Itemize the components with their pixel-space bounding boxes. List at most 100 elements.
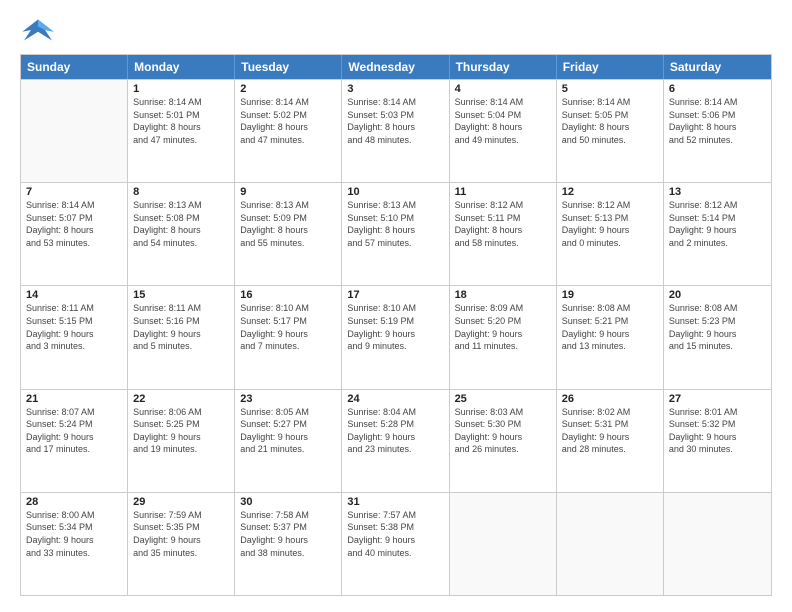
logo bbox=[20, 16, 60, 44]
day-cell-22: 22Sunrise: 8:06 AM Sunset: 5:25 PM Dayli… bbox=[128, 390, 235, 492]
day-number: 10 bbox=[347, 186, 443, 198]
day-info: Sunrise: 8:07 AM Sunset: 5:24 PM Dayligh… bbox=[26, 406, 122, 456]
day-cell-30: 30Sunrise: 7:58 AM Sunset: 5:37 PM Dayli… bbox=[235, 493, 342, 595]
day-number: 12 bbox=[562, 186, 658, 198]
day-cell-25: 25Sunrise: 8:03 AM Sunset: 5:30 PM Dayli… bbox=[450, 390, 557, 492]
day-cell-31: 31Sunrise: 7:57 AM Sunset: 5:38 PM Dayli… bbox=[342, 493, 449, 595]
day-cell-11: 11Sunrise: 8:12 AM Sunset: 5:11 PM Dayli… bbox=[450, 183, 557, 285]
day-number: 14 bbox=[26, 289, 122, 301]
day-info: Sunrise: 8:11 AM Sunset: 5:15 PM Dayligh… bbox=[26, 302, 122, 352]
day-cell-1: 1Sunrise: 8:14 AM Sunset: 5:01 PM Daylig… bbox=[128, 80, 235, 182]
logo-icon bbox=[20, 16, 56, 44]
day-info: Sunrise: 8:13 AM Sunset: 5:08 PM Dayligh… bbox=[133, 199, 229, 249]
day-cell-6: 6Sunrise: 8:14 AM Sunset: 5:06 PM Daylig… bbox=[664, 80, 771, 182]
day-info: Sunrise: 8:14 AM Sunset: 5:05 PM Dayligh… bbox=[562, 96, 658, 146]
day-info: Sunrise: 8:08 AM Sunset: 5:23 PM Dayligh… bbox=[669, 302, 766, 352]
day-number: 3 bbox=[347, 83, 443, 95]
calendar-body: 1Sunrise: 8:14 AM Sunset: 5:01 PM Daylig… bbox=[21, 79, 771, 595]
day-number: 29 bbox=[133, 496, 229, 508]
day-number: 25 bbox=[455, 393, 551, 405]
day-cell-28: 28Sunrise: 8:00 AM Sunset: 5:34 PM Dayli… bbox=[21, 493, 128, 595]
day-cell-26: 26Sunrise: 8:02 AM Sunset: 5:31 PM Dayli… bbox=[557, 390, 664, 492]
empty-cell-4-4 bbox=[450, 493, 557, 595]
day-number: 15 bbox=[133, 289, 229, 301]
day-cell-15: 15Sunrise: 8:11 AM Sunset: 5:16 PM Dayli… bbox=[128, 286, 235, 388]
day-number: 5 bbox=[562, 83, 658, 95]
day-cell-10: 10Sunrise: 8:13 AM Sunset: 5:10 PM Dayli… bbox=[342, 183, 449, 285]
day-cell-24: 24Sunrise: 8:04 AM Sunset: 5:28 PM Dayli… bbox=[342, 390, 449, 492]
day-number: 30 bbox=[240, 496, 336, 508]
day-number: 19 bbox=[562, 289, 658, 301]
day-cell-27: 27Sunrise: 8:01 AM Sunset: 5:32 PM Dayli… bbox=[664, 390, 771, 492]
day-number: 4 bbox=[455, 83, 551, 95]
day-cell-13: 13Sunrise: 8:12 AM Sunset: 5:14 PM Dayli… bbox=[664, 183, 771, 285]
day-cell-19: 19Sunrise: 8:08 AM Sunset: 5:21 PM Dayli… bbox=[557, 286, 664, 388]
day-info: Sunrise: 8:09 AM Sunset: 5:20 PM Dayligh… bbox=[455, 302, 551, 352]
day-cell-8: 8Sunrise: 8:13 AM Sunset: 5:08 PM Daylig… bbox=[128, 183, 235, 285]
calendar-header: SundayMondayTuesdayWednesdayThursdayFrid… bbox=[21, 55, 771, 79]
day-number: 21 bbox=[26, 393, 122, 405]
day-cell-17: 17Sunrise: 8:10 AM Sunset: 5:19 PM Dayli… bbox=[342, 286, 449, 388]
day-info: Sunrise: 8:04 AM Sunset: 5:28 PM Dayligh… bbox=[347, 406, 443, 456]
day-info: Sunrise: 8:14 AM Sunset: 5:07 PM Dayligh… bbox=[26, 199, 122, 249]
day-info: Sunrise: 8:00 AM Sunset: 5:34 PM Dayligh… bbox=[26, 509, 122, 559]
day-number: 31 bbox=[347, 496, 443, 508]
day-info: Sunrise: 8:14 AM Sunset: 5:04 PM Dayligh… bbox=[455, 96, 551, 146]
day-number: 8 bbox=[133, 186, 229, 198]
day-info: Sunrise: 8:14 AM Sunset: 5:03 PM Dayligh… bbox=[347, 96, 443, 146]
empty-cell-0-0 bbox=[21, 80, 128, 182]
day-number: 20 bbox=[669, 289, 766, 301]
day-number: 17 bbox=[347, 289, 443, 301]
header-cell-saturday: Saturday bbox=[664, 55, 771, 79]
day-cell-21: 21Sunrise: 8:07 AM Sunset: 5:24 PM Dayli… bbox=[21, 390, 128, 492]
page: SundayMondayTuesdayWednesdayThursdayFrid… bbox=[0, 0, 792, 612]
day-info: Sunrise: 8:10 AM Sunset: 5:19 PM Dayligh… bbox=[347, 302, 443, 352]
day-cell-5: 5Sunrise: 8:14 AM Sunset: 5:05 PM Daylig… bbox=[557, 80, 664, 182]
day-number: 7 bbox=[26, 186, 122, 198]
day-info: Sunrise: 7:59 AM Sunset: 5:35 PM Dayligh… bbox=[133, 509, 229, 559]
day-cell-7: 7Sunrise: 8:14 AM Sunset: 5:07 PM Daylig… bbox=[21, 183, 128, 285]
day-info: Sunrise: 8:01 AM Sunset: 5:32 PM Dayligh… bbox=[669, 406, 766, 456]
day-info: Sunrise: 8:08 AM Sunset: 5:21 PM Dayligh… bbox=[562, 302, 658, 352]
header-cell-sunday: Sunday bbox=[21, 55, 128, 79]
day-info: Sunrise: 8:10 AM Sunset: 5:17 PM Dayligh… bbox=[240, 302, 336, 352]
day-cell-4: 4Sunrise: 8:14 AM Sunset: 5:04 PM Daylig… bbox=[450, 80, 557, 182]
day-info: Sunrise: 8:13 AM Sunset: 5:09 PM Dayligh… bbox=[240, 199, 336, 249]
week-row-5: 28Sunrise: 8:00 AM Sunset: 5:34 PM Dayli… bbox=[21, 492, 771, 595]
header-cell-tuesday: Tuesday bbox=[235, 55, 342, 79]
day-info: Sunrise: 8:05 AM Sunset: 5:27 PM Dayligh… bbox=[240, 406, 336, 456]
header-cell-friday: Friday bbox=[557, 55, 664, 79]
day-number: 13 bbox=[669, 186, 766, 198]
day-cell-20: 20Sunrise: 8:08 AM Sunset: 5:23 PM Dayli… bbox=[664, 286, 771, 388]
day-number: 6 bbox=[669, 83, 766, 95]
day-info: Sunrise: 7:58 AM Sunset: 5:37 PM Dayligh… bbox=[240, 509, 336, 559]
header-cell-wednesday: Wednesday bbox=[342, 55, 449, 79]
day-info: Sunrise: 8:14 AM Sunset: 5:01 PM Dayligh… bbox=[133, 96, 229, 146]
day-info: Sunrise: 8:13 AM Sunset: 5:10 PM Dayligh… bbox=[347, 199, 443, 249]
empty-cell-4-6 bbox=[664, 493, 771, 595]
week-row-1: 1Sunrise: 8:14 AM Sunset: 5:01 PM Daylig… bbox=[21, 79, 771, 182]
header bbox=[20, 16, 772, 44]
day-cell-9: 9Sunrise: 8:13 AM Sunset: 5:09 PM Daylig… bbox=[235, 183, 342, 285]
day-number: 24 bbox=[347, 393, 443, 405]
day-number: 1 bbox=[133, 83, 229, 95]
day-number: 22 bbox=[133, 393, 229, 405]
day-cell-12: 12Sunrise: 8:12 AM Sunset: 5:13 PM Dayli… bbox=[557, 183, 664, 285]
day-info: Sunrise: 8:03 AM Sunset: 5:30 PM Dayligh… bbox=[455, 406, 551, 456]
day-number: 9 bbox=[240, 186, 336, 198]
day-info: Sunrise: 8:14 AM Sunset: 5:02 PM Dayligh… bbox=[240, 96, 336, 146]
day-number: 28 bbox=[26, 496, 122, 508]
day-cell-29: 29Sunrise: 7:59 AM Sunset: 5:35 PM Dayli… bbox=[128, 493, 235, 595]
day-number: 18 bbox=[455, 289, 551, 301]
day-info: Sunrise: 7:57 AM Sunset: 5:38 PM Dayligh… bbox=[347, 509, 443, 559]
day-number: 26 bbox=[562, 393, 658, 405]
day-cell-14: 14Sunrise: 8:11 AM Sunset: 5:15 PM Dayli… bbox=[21, 286, 128, 388]
header-cell-monday: Monday bbox=[128, 55, 235, 79]
day-info: Sunrise: 8:12 AM Sunset: 5:14 PM Dayligh… bbox=[669, 199, 766, 249]
day-number: 16 bbox=[240, 289, 336, 301]
day-info: Sunrise: 8:02 AM Sunset: 5:31 PM Dayligh… bbox=[562, 406, 658, 456]
day-info: Sunrise: 8:06 AM Sunset: 5:25 PM Dayligh… bbox=[133, 406, 229, 456]
week-row-3: 14Sunrise: 8:11 AM Sunset: 5:15 PM Dayli… bbox=[21, 285, 771, 388]
day-cell-16: 16Sunrise: 8:10 AM Sunset: 5:17 PM Dayli… bbox=[235, 286, 342, 388]
day-cell-3: 3Sunrise: 8:14 AM Sunset: 5:03 PM Daylig… bbox=[342, 80, 449, 182]
